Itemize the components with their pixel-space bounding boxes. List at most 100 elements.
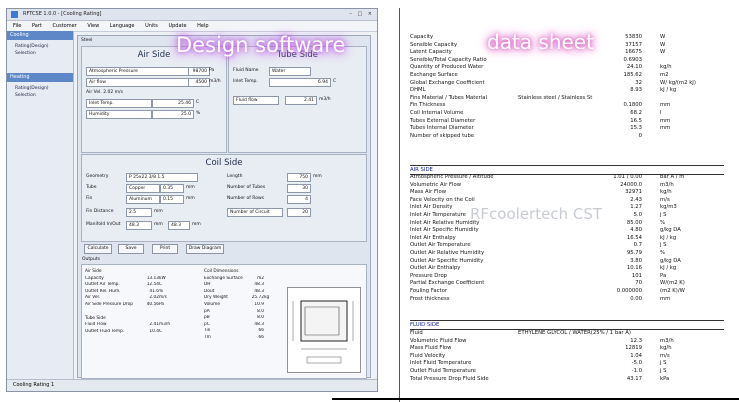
status-bar: Cooling Rating 1 — [7, 379, 377, 391]
coil-dimension-cell: 66 — [258, 334, 264, 340]
ds-top-name: Sensible Capacity — [410, 41, 458, 48]
tube-material-select[interactable]: Copper — [126, 184, 160, 193]
pressure-unit: Pa — [209, 68, 215, 73]
ds-air-name: Frost thickness — [410, 295, 450, 302]
fin-material-select[interactable]: Aluminum — [126, 195, 160, 204]
ds-air-value: 4.80 — [630, 227, 642, 234]
sidebar-group-cooling[interactable]: Cooling — [7, 31, 73, 40]
tube-thickness-unit: mm — [186, 185, 195, 190]
ds-fluid-value: 43.17 — [626, 375, 642, 382]
length-input[interactable]: 750 — [287, 173, 311, 182]
menu-part[interactable]: Part — [32, 23, 42, 29]
print-button[interactable]: Print — [152, 244, 178, 254]
air-side-panel: Air Side Atmospheric Pressure 98700 Pa A… — [81, 46, 227, 153]
ds-air-value: 95.79 — [626, 250, 642, 256]
ds-fluid-row: Inlet Fluid Temperature -5.0 j S — [410, 360, 724, 368]
results-tube-row: Outlet Fluid Temp. 10.4C — [85, 329, 195, 336]
air-side-section-title: AIR SIDE — [410, 167, 433, 173]
data-sheet-caption: data sheet — [487, 30, 594, 54]
ds-fluid-unit: kg/h — [660, 345, 672, 352]
ds-mid-value: 0 — [638, 132, 642, 139]
fin-distance-input[interactable]: 2.5 — [126, 208, 152, 217]
air-flow-select[interactable]: Air flow — [86, 78, 190, 87]
geometry-label: Geometry — [86, 174, 109, 179]
num-circuit-label: Number of Circuit — [227, 208, 283, 217]
sidebar-item-heating-selection[interactable]: Selection — [7, 92, 73, 99]
results-air-cell: kW — [159, 275, 166, 281]
ds-top-name: Sensible/Total Capacity Ratio — [410, 56, 487, 63]
ds-mid-unit: l — [660, 110, 662, 116]
sidebar-item-cooling-selection[interactable]: Selection — [7, 50, 73, 57]
coil-dimension-cell: DH — [204, 282, 211, 288]
fluid-name-select[interactable]: Water — [269, 67, 311, 76]
coil-dimension-row: pA 8.0 — [204, 309, 282, 316]
ds-air-row: Frost thickness 0.00 mm — [410, 296, 724, 304]
ds-air-unit: Pa — [660, 272, 667, 279]
ds-top-row: Global Exchange Coefficient 32 W/ kg/(m2 k… — [410, 80, 724, 88]
menu-language[interactable]: Language — [110, 23, 135, 29]
app-icon — [11, 11, 18, 18]
ds-fluid-value: 1.04 — [630, 352, 642, 359]
ds-air-unit: % — [660, 219, 666, 226]
ds-air-unit: m3/h — [660, 181, 674, 188]
window-controls[interactable]: – □ × — [349, 11, 374, 18]
air-flow-input[interactable]: 4500 — [188, 78, 210, 87]
sidebar-item-cooling-rating[interactable]: Rating(Design) — [7, 43, 73, 50]
menu-units[interactable]: Units — [145, 23, 158, 29]
inlet-temp-input[interactable]: 25.46 — [152, 99, 194, 108]
tube-inlet-temp-input[interactable]: 6.94 — [269, 78, 331, 87]
tube-thickness-select[interactable]: 0.35 — [160, 184, 184, 193]
ds-top-value: 32 — [635, 79, 642, 86]
humidity-label[interactable]: Humidity — [86, 110, 152, 119]
ds-mid-unit: mm — [660, 125, 671, 132]
results-right-table: Coil Dimensions Exchange Surface 37.8m2D… — [204, 269, 282, 342]
coil-dimension-cell: 48.3 — [254, 288, 264, 294]
ds-mid-value: 68.2 — [630, 110, 642, 116]
sidebar-item-heating-rating[interactable]: Rating(Design) — [7, 85, 73, 92]
fluid-flow-select[interactable]: Fluid flow — [233, 96, 279, 105]
results-air-cell: m/s — [159, 295, 167, 301]
draw-diagram-button[interactable]: Draw Diagram — [186, 244, 224, 254]
results-tube-header: Tube Side — [85, 315, 106, 321]
menu-view[interactable]: View — [87, 23, 99, 29]
manifold-out-unit: mm — [192, 222, 201, 227]
ds-air-unit: g/kg DA — [660, 227, 681, 234]
manifold-out-input[interactable]: 48.3 — [168, 221, 190, 230]
status-text: Cooling Rating 1 — [13, 382, 55, 388]
ds-air-unit: (m2 K)/W — [660, 288, 685, 294]
pressure-input[interactable]: 98700 — [188, 67, 210, 76]
manifold-in-input[interactable]: 48.3 — [126, 221, 152, 230]
ds-air-name: Fouling Factor — [410, 288, 448, 294]
menu-update[interactable]: Update — [168, 23, 186, 29]
fin-distance-unit: mm — [154, 209, 163, 214]
geometry-select[interactable]: P 25x22 3/8 1.5 — [126, 173, 198, 182]
ds-air-value: 101 — [631, 272, 642, 279]
ds-top-unit: kJ / kg — [660, 87, 677, 94]
fin-thickness-select[interactable]: 0.15 — [160, 195, 184, 204]
num-rows-input[interactable]: 4 — [287, 195, 311, 204]
results-tube-cell: 10.4 — [149, 328, 159, 334]
results-air-cell: 13.13 — [146, 275, 159, 281]
num-tubes-input[interactable]: 30 — [287, 184, 311, 193]
coil-dimension-cell: 25.72 — [251, 295, 264, 301]
menu-customer[interactable]: Customer — [52, 23, 76, 29]
ds-air-value: 0.7 — [633, 242, 642, 249]
ds-top-unit: m2 — [660, 72, 669, 78]
menu-file[interactable]: File — [13, 23, 21, 29]
num-circuit-input[interactable]: 20 — [287, 208, 311, 217]
fluid-flow-unit: m3/h — [319, 97, 331, 102]
coil-dimension-row: Volume 10.9 — [204, 302, 282, 309]
software-window: RFTCSE 1.0.0 - [Cooling Rating] – □ × Fi… — [6, 8, 378, 392]
calculate-button[interactable]: Calculate — [84, 244, 112, 254]
ds-fluid-unit: kPa — [660, 375, 670, 382]
ds-fluid-value: 12819 — [625, 345, 642, 352]
num-tubes-label: Number of Tubes — [227, 185, 266, 190]
ds-fluid-name: Volumetric Fluid Flow — [410, 337, 467, 344]
fluid-flow-input[interactable]: 2.41 — [285, 96, 317, 105]
humidity-input[interactable]: 25.0 — [152, 110, 194, 119]
results-tube-cell: m3/h — [159, 322, 171, 328]
ds-air-unit: g/kg DA — [660, 257, 681, 264]
menu-help[interactable]: Help — [197, 23, 208, 29]
sidebar-group-heating[interactable]: Heating — [7, 73, 73, 82]
save-button[interactable]: Save — [118, 244, 144, 254]
